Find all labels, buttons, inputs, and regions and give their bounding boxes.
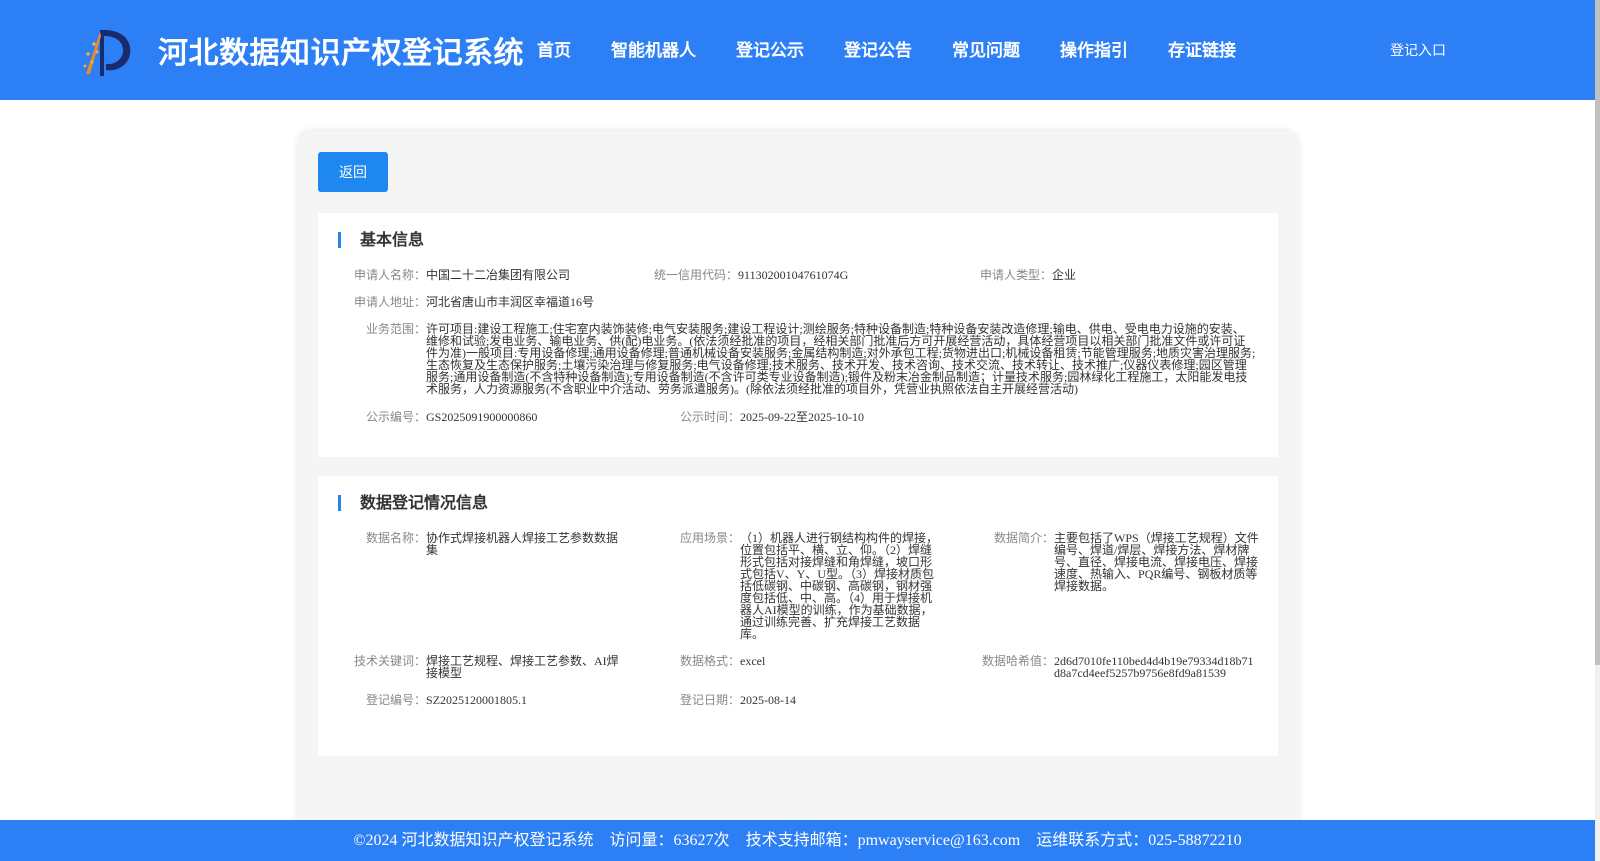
nav-guide[interactable]: 操作指引 [1060, 36, 1128, 61]
nav-evidence-link[interactable]: 存证链接 [1168, 36, 1236, 61]
back-button[interactable]: 返回 [318, 152, 388, 192]
applicant-type-field: 申请人类型： 企业 [980, 268, 1077, 282]
data-hash-field: 数据哈希值： 2d6d7010fe110bed4d4b19e79334d18b7… [982, 654, 1254, 680]
main-nav: 首页 智能机器人 登记公示 登记公告 常见问题 操作指引 存证链接 [537, 36, 1276, 61]
nav-home[interactable]: 首页 [537, 36, 571, 61]
data-name-field: 数据名称： 协作式焊接机器人焊接工艺参数数据集 [366, 531, 619, 557]
publicity-no-field: 公示编号： GS2025091900000860 [366, 410, 538, 424]
title-accent-bar [338, 232, 341, 248]
site-title: 河北数据知识产权登记系统 [158, 36, 524, 71]
footer-copyright: ©2024 河北数据知识产权登记系统 [353, 832, 594, 849]
basic-info-title: 基本信息 [338, 231, 424, 249]
nav-announcement[interactable]: 登记公告 [844, 36, 912, 61]
registration-info-title: 数据登记情况信息 [338, 494, 488, 512]
nav-robot[interactable]: 智能机器人 [611, 36, 696, 61]
applicant-name-field: 申请人名称： 中国二十二冶集团有限公司 [354, 268, 571, 282]
address-field: 申请人地址： 河北省唐山市丰润区幸福道16号 [354, 295, 595, 309]
registration-info-card: 数据登记情况信息 数据名称： 协作式焊接机器人焊接工艺参数数据集 应用场景： （… [318, 476, 1278, 756]
footer-phone: 运维联系方式：025-58872210 [1036, 832, 1242, 849]
footer: ©2024 河北数据知识产权登记系统 访问量：63627次 技术支持邮箱：pmw… [0, 820, 1595, 861]
title-accent-bar [338, 495, 341, 511]
application-scene-field: 应用场景： （1）机器人进行钢结构构件的焊接，位置包括平、横、立、仰。（2）焊缝… [680, 531, 939, 641]
footer-visits: 访问量：63627次 [609, 832, 730, 849]
publicity-time-field: 公示时间： 2025-09-22至2025-10-10 [680, 410, 865, 424]
registration-date-field: 登记日期： 2025-08-14 [680, 693, 797, 707]
data-intro-field: 数据简介： 主要包括了WPS（焊接工艺规程）文件编号、焊道/焊层、焊接方法、焊材… [994, 531, 1259, 593]
credit-code-field: 统一信用代码： 91130200104761074G [654, 268, 849, 282]
header: 河北数据知识产权登记系统 首页 智能机器人 登记公示 登记公告 常见问题 操作指… [0, 0, 1595, 100]
login-link[interactable]: 登记入口 [1390, 40, 1446, 60]
business-scope-field: 业务范围： 许可项目:建设工程施工;住宅室内装饰装修;电气安装服务;建设工程设计… [366, 322, 1256, 396]
logo-icon [83, 30, 131, 76]
keywords-field: 技术关键词： 焊接工艺规程、焊接工艺参数、AI焊接模型 [354, 654, 619, 680]
nav-faq[interactable]: 常见问题 [952, 36, 1020, 61]
scrollbar-thumb[interactable] [1595, 0, 1600, 665]
basic-info-card: 基本信息 申请人名称： 中国二十二冶集团有限公司 统一信用代码： 9113020… [318, 213, 1278, 457]
nav-publicity[interactable]: 登记公示 [736, 36, 804, 61]
data-format-field: 数据格式： excel [680, 654, 766, 668]
registration-no-field: 登记编号： SZ2025120001805.1 [366, 693, 528, 707]
footer-email: 技术支持邮箱：pmwayservice@163.com [745, 832, 1021, 849]
detail-container: 返回 基本信息 申请人名称： 中国二十二冶集团有限公司 统一信用代码： 9113… [298, 131, 1298, 861]
